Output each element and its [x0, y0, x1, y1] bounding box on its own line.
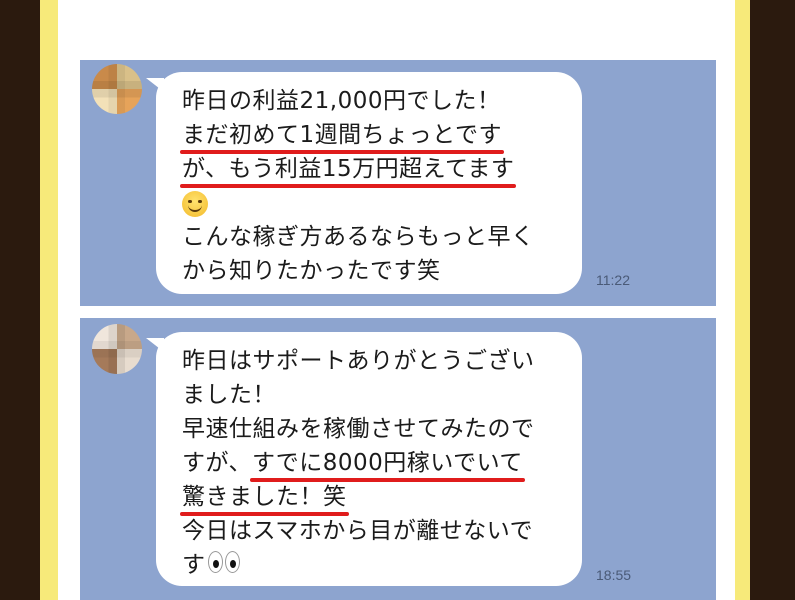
message-bubble[interactable]: 昨日の利益21,000円でした！ まだ初めて1週間ちょっとです が、もう利益15… [156, 72, 582, 294]
message-timestamp: 11:22 [596, 272, 630, 288]
message-line: こんな稼ぎ方あるならもっと早く [182, 224, 535, 250]
message-text: すが、 [182, 450, 253, 476]
message-line-mixed: すが、すでに8000円稼いでいて [182, 446, 562, 482]
underlined-text: が、もう利益15万円超えてます [179, 152, 517, 188]
underlined-text: 驚きました！笑 [180, 480, 348, 516]
message-line: 昨日の利益21,000円でした！ [182, 88, 501, 114]
message-line-underlined: が、もう利益15万円超えてます [179, 152, 562, 188]
emoji-line [182, 186, 562, 220]
message-line: 早速仕組みを稼働させてみたので [182, 416, 535, 442]
message-line: 昨日はサポートありがとうござい [182, 348, 535, 374]
avatar[interactable] [92, 64, 142, 114]
underlined-text: まだ初めて1週間ちょっとです [180, 118, 504, 154]
avatar[interactable] [92, 324, 142, 374]
message-line: 今日はスマホから目が離せないで [182, 518, 534, 544]
message-line-mixed: す [182, 548, 562, 583]
message-line-underlined: まだ初めて1週間ちょっとです [180, 118, 562, 154]
message-text: す [182, 552, 206, 578]
message-timestamp: 18:55 [596, 567, 632, 583]
message-bubble[interactable]: 昨日はサポートありがとうござい ました！ 早速仕組みを稼働させてみたので すが、… [156, 332, 582, 586]
message-line: から知りたかったです笑 [182, 258, 441, 284]
message-line-underlined: 驚きました！笑 [180, 480, 562, 516]
eyes-icon [206, 549, 240, 583]
underlined-text: すでに8000円稼いでいて [250, 446, 525, 482]
message-line: ました！ [182, 382, 276, 408]
smiling-face-icon [182, 190, 208, 217]
